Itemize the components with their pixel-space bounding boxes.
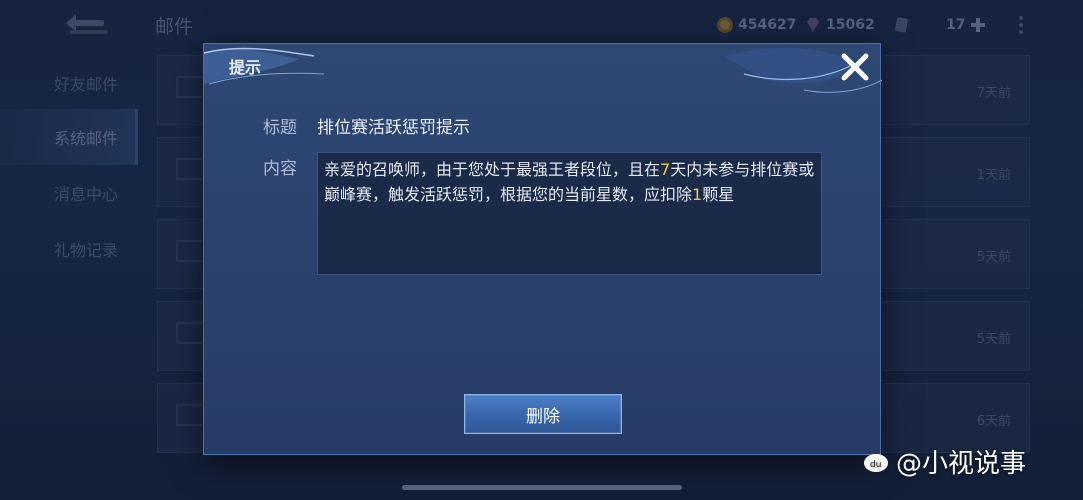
close-icon[interactable] [837,49,873,85]
notice-dialog: 提示 标题 排位赛活跃惩罚提示 内容 亲爱的召唤师，由于您处于最强王者段位，且在… [203,43,882,455]
dialog-header: 提示 [229,58,262,77]
home-indicator[interactable] [402,485,682,490]
title-label: 标题 [263,118,297,138]
weibo-logo-icon: du [864,454,888,472]
stars-highlight: 1 [692,185,703,204]
mail-content: 亲爱的召唤师，由于您处于最强王者段位，且在7天内未参与排位赛或巅峰赛，触发活跃惩… [317,152,822,275]
svg-text:du: du [870,460,881,470]
delete-button[interactable]: 删除 [464,394,622,434]
content-text: 颗星 [702,185,735,204]
cloud-ornament [204,47,882,93]
content-text: 亲爱的召唤师，由于您处于最强王者段位，且在 [324,160,661,179]
delete-button-label: 删除 [526,406,560,427]
mail-title: 排位赛活跃惩罚提示 [317,118,470,138]
watermark: du @小视说事 [862,446,1026,479]
watermark-text: @小视说事 [896,448,1027,479]
days-highlight: 7 [660,160,671,179]
content-label: 内容 [263,159,297,179]
